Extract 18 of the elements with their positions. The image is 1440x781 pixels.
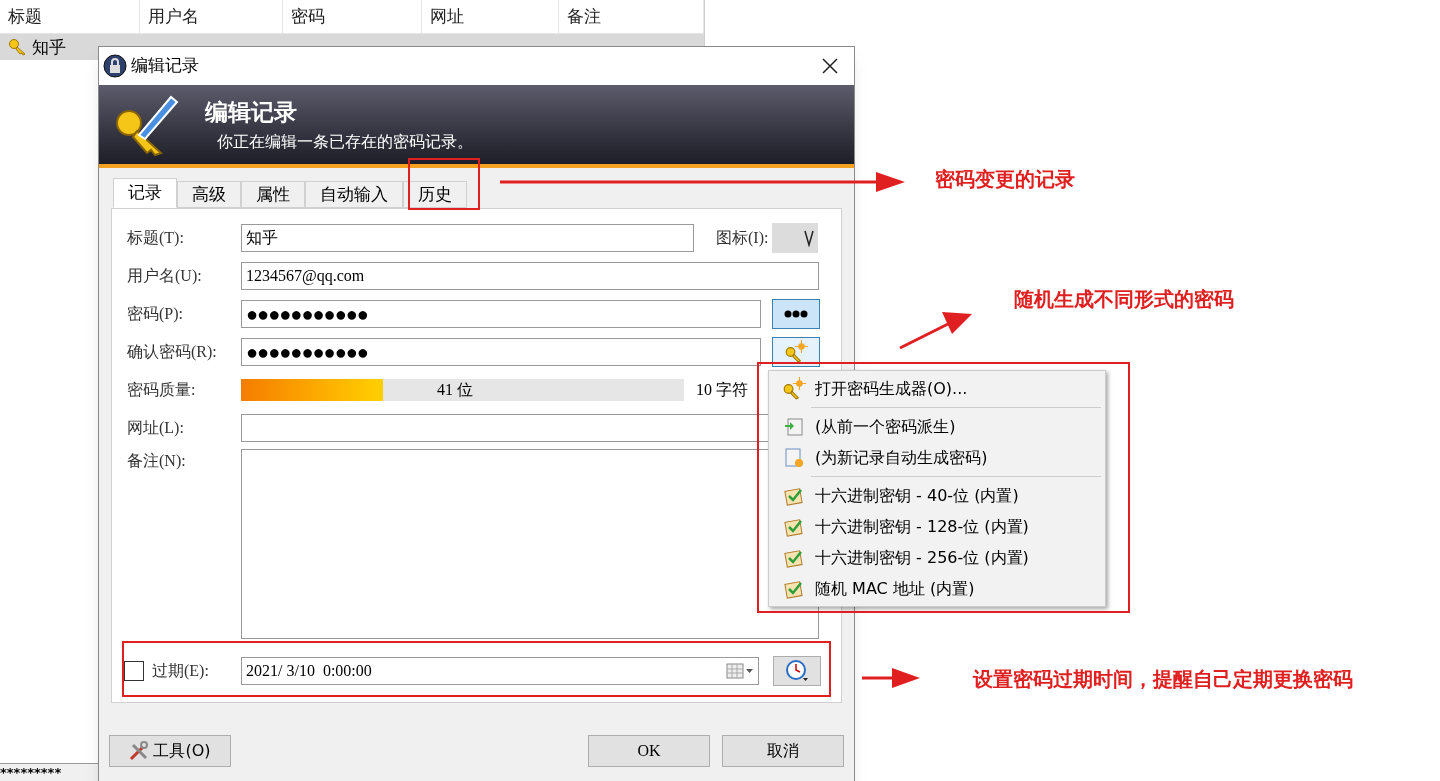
field-label: 标题(T):	[127, 228, 185, 249]
annotation-text: 密码变更的记录	[935, 166, 1075, 193]
window-title: 编辑记录	[131, 54, 200, 78]
field-label: 备注(N):	[127, 451, 187, 472]
field-label: 网址(L):	[127, 418, 185, 439]
field-label: 图标(I):	[716, 228, 769, 249]
field-label: 过期(E):	[152, 661, 210, 682]
field-label: 密码(P):	[127, 304, 184, 325]
field-label: 用户名(U):	[127, 266, 203, 287]
banner-title: 编辑记录	[205, 98, 298, 128]
table-cell: 知乎	[32, 36, 66, 58]
char-count: 10 字符	[696, 380, 748, 400]
field-label: 密码质量:	[127, 380, 197, 400]
annotation-text: 随机生成不同形式的密码	[1014, 286, 1234, 313]
annotation-text: 设置密码过期时间，提醒自己定期更换密码	[973, 666, 1353, 693]
field-label: 确认密码(R):	[127, 342, 218, 363]
banner-subtitle: 你正在编辑一条已存在的密码记录。	[216, 130, 473, 153]
quality-reading: 41 位	[437, 380, 473, 400]
